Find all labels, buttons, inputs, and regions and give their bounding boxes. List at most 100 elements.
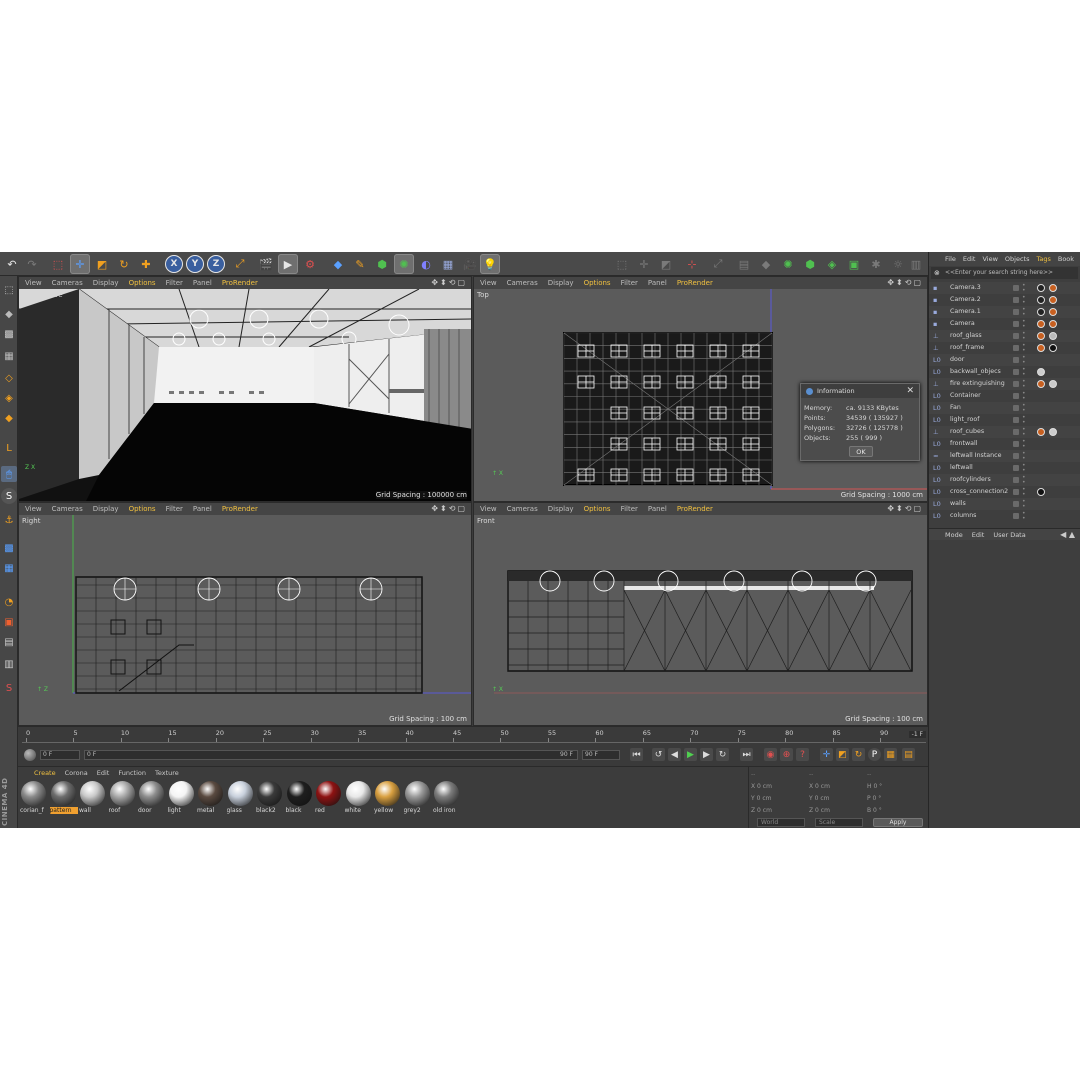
vp-menu-view[interactable]: View bbox=[480, 505, 497, 513]
world-dropdown[interactable]: World bbox=[757, 818, 805, 827]
make-editable-icon[interactable]: ⬚ bbox=[1, 282, 17, 298]
uv-icon[interactable]: ▤ bbox=[1, 634, 17, 650]
visibility-dots-icon[interactable]: • • bbox=[1022, 499, 1026, 510]
visibility-dots-icon[interactable]: • • bbox=[1022, 343, 1026, 354]
extra-icon-secondary[interactable]: ▥ bbox=[906, 254, 926, 274]
render-view-icon[interactable]: 🎬 bbox=[256, 254, 276, 274]
object-row[interactable]: L0 frontwall • • bbox=[929, 438, 1080, 450]
render-icon-secondary[interactable]: ▤ bbox=[734, 254, 754, 274]
object-tag-icon[interactable] bbox=[1037, 428, 1045, 436]
vp-menu-cameras[interactable]: Cameras bbox=[507, 505, 538, 513]
go-to-end-icon[interactable]: ⏭ bbox=[740, 748, 753, 761]
attr-menu-user-data[interactable]: User Data bbox=[993, 531, 1025, 539]
render-picture-viewer-icon[interactable]: ▶ bbox=[278, 254, 298, 274]
object-tag-icon[interactable] bbox=[1049, 296, 1057, 304]
visibility-dots-icon[interactable]: • • bbox=[1022, 511, 1026, 522]
redo-icon[interactable]: ↷ bbox=[22, 254, 42, 274]
object-row[interactable]: L0 Container • • bbox=[929, 390, 1080, 402]
object-tag-icon[interactable] bbox=[1037, 296, 1045, 304]
layer-icon[interactable] bbox=[1013, 465, 1019, 471]
object-row[interactable]: ⊥ roof_cubes • • bbox=[929, 426, 1080, 438]
object-tag-icon[interactable] bbox=[1049, 332, 1057, 340]
object-tag-icon[interactable] bbox=[1049, 308, 1057, 316]
object-row[interactable]: ▪ Camera.1 • • bbox=[929, 306, 1080, 318]
layer-icon[interactable] bbox=[1013, 333, 1019, 339]
model-mode-icon[interactable]: ◆ bbox=[1, 306, 17, 322]
mat-menu-texture[interactable]: Texture bbox=[155, 769, 179, 777]
object-tag-icon[interactable] bbox=[1049, 428, 1057, 436]
light-icon[interactable]: 💡 bbox=[480, 254, 500, 274]
obj-menu-tags[interactable]: Tags bbox=[1036, 255, 1050, 263]
layer-icon[interactable] bbox=[1013, 405, 1019, 411]
material-swatch[interactable]: glass bbox=[227, 781, 255, 817]
visibility-dots-icon[interactable]: • • bbox=[1022, 319, 1026, 330]
layer-icon[interactable] bbox=[1013, 381, 1019, 387]
viewport-nav-icons[interactable]: ✥⬍⟲▢ bbox=[887, 278, 923, 287]
obj-menu-book[interactable]: Book bbox=[1058, 255, 1074, 263]
object-row[interactable]: L0 roofcylinders • • bbox=[929, 474, 1080, 486]
coord-system-icon[interactable]: ⤢ bbox=[230, 254, 250, 274]
layer-icon[interactable] bbox=[1013, 309, 1019, 315]
vp-menu-panel[interactable]: Panel bbox=[648, 279, 667, 287]
material-swatch[interactable]: door bbox=[138, 781, 166, 817]
object-row[interactable]: ▪ Camera.2 • • bbox=[929, 294, 1080, 306]
folder-icon[interactable]: ▣ bbox=[1, 614, 17, 630]
grid-icon[interactable]: ▦ bbox=[1, 560, 17, 576]
timeline-menu-icon[interactable]: ▤ bbox=[902, 748, 915, 761]
visibility-dots-icon[interactable]: • • bbox=[1022, 415, 1026, 426]
visibility-dots-icon[interactable]: • • bbox=[1022, 463, 1026, 474]
material-swatch[interactable]: yellow bbox=[374, 781, 402, 817]
layer-icon[interactable] bbox=[1013, 477, 1019, 483]
visibility-dots-icon[interactable]: • • bbox=[1022, 403, 1026, 414]
visibility-dots-icon[interactable]: • • bbox=[1022, 367, 1026, 378]
layer-icon[interactable] bbox=[1013, 429, 1019, 435]
layer-icon[interactable] bbox=[1013, 393, 1019, 399]
vp-menu-cameras[interactable]: Cameras bbox=[52, 279, 83, 287]
material-swatch[interactable]: black bbox=[286, 781, 314, 817]
paint-icon[interactable]: ◔ bbox=[1, 594, 17, 610]
ok-button[interactable]: OK bbox=[849, 446, 873, 457]
object-row[interactable]: ⊥ roof_frame • • bbox=[929, 342, 1080, 354]
tweak-mode-icon[interactable]: 🖱 bbox=[1, 466, 17, 482]
vp-menu-options[interactable]: Options bbox=[129, 505, 156, 513]
clear-search-icon[interactable]: ⊗ bbox=[934, 267, 940, 279]
axis-icon-secondary[interactable]: ⊹ bbox=[682, 254, 702, 274]
vp-menu-display[interactable]: Display bbox=[93, 279, 119, 287]
key-pla-icon[interactable]: ▦ bbox=[884, 748, 897, 761]
attr-menu-edit[interactable]: Edit bbox=[972, 531, 985, 539]
vp-menu-filter[interactable]: Filter bbox=[621, 279, 638, 287]
vp-menu-filter[interactable]: Filter bbox=[166, 505, 183, 513]
scale-icon-secondary[interactable]: ◩ bbox=[656, 254, 676, 274]
vp-menu-cameras[interactable]: Cameras bbox=[52, 505, 83, 513]
layer-icon[interactable] bbox=[1013, 357, 1019, 363]
layer-icon[interactable] bbox=[1013, 489, 1019, 495]
object-row[interactable]: ▪ Camera.3 • • bbox=[929, 282, 1080, 294]
sculpt-icon[interactable]: ▥ bbox=[1, 656, 17, 672]
object-row[interactable]: ≈ leftwall Instance • • bbox=[929, 450, 1080, 462]
obj-menu-view[interactable]: View bbox=[982, 255, 997, 263]
vp-menu-panel[interactable]: Panel bbox=[193, 279, 212, 287]
material-swatch[interactable]: roof bbox=[109, 781, 137, 817]
object-row[interactable]: L0 columns • • bbox=[929, 510, 1080, 522]
vp-menu-view[interactable]: View bbox=[25, 279, 42, 287]
autokey-icon[interactable]: ⊕ bbox=[780, 748, 793, 761]
mat-menu-edit[interactable]: Edit bbox=[97, 769, 110, 777]
record-icon[interactable]: ◉ bbox=[764, 748, 777, 761]
layer-icon[interactable] bbox=[1013, 285, 1019, 291]
move-icon[interactable]: ✛ bbox=[70, 254, 90, 274]
z-axis-icon[interactable]: Z bbox=[207, 255, 225, 273]
layer-icon[interactable] bbox=[1013, 453, 1019, 459]
pen-icon[interactable]: ✎ bbox=[350, 254, 370, 274]
material-swatch[interactable]: black2 bbox=[256, 781, 284, 817]
next-frame-icon[interactable]: ▶ bbox=[700, 748, 713, 761]
object-tag-icon[interactable] bbox=[1037, 344, 1045, 352]
material-swatch[interactable]: grey2 bbox=[404, 781, 432, 817]
locked-workplane-icon[interactable]: ⚓ bbox=[1, 512, 17, 528]
vp-menu-panel[interactable]: Panel bbox=[648, 505, 667, 513]
deformer-icon[interactable]: ◐ bbox=[416, 254, 436, 274]
max-frame-field[interactable]: 90 F bbox=[582, 750, 620, 760]
vp-menu-options[interactable]: Options bbox=[129, 279, 156, 287]
loop-forward-icon[interactable]: ↻ bbox=[716, 748, 729, 761]
rotate-icon[interactable]: ↻ bbox=[114, 254, 134, 274]
frame-sphere-icon[interactable] bbox=[24, 749, 36, 761]
